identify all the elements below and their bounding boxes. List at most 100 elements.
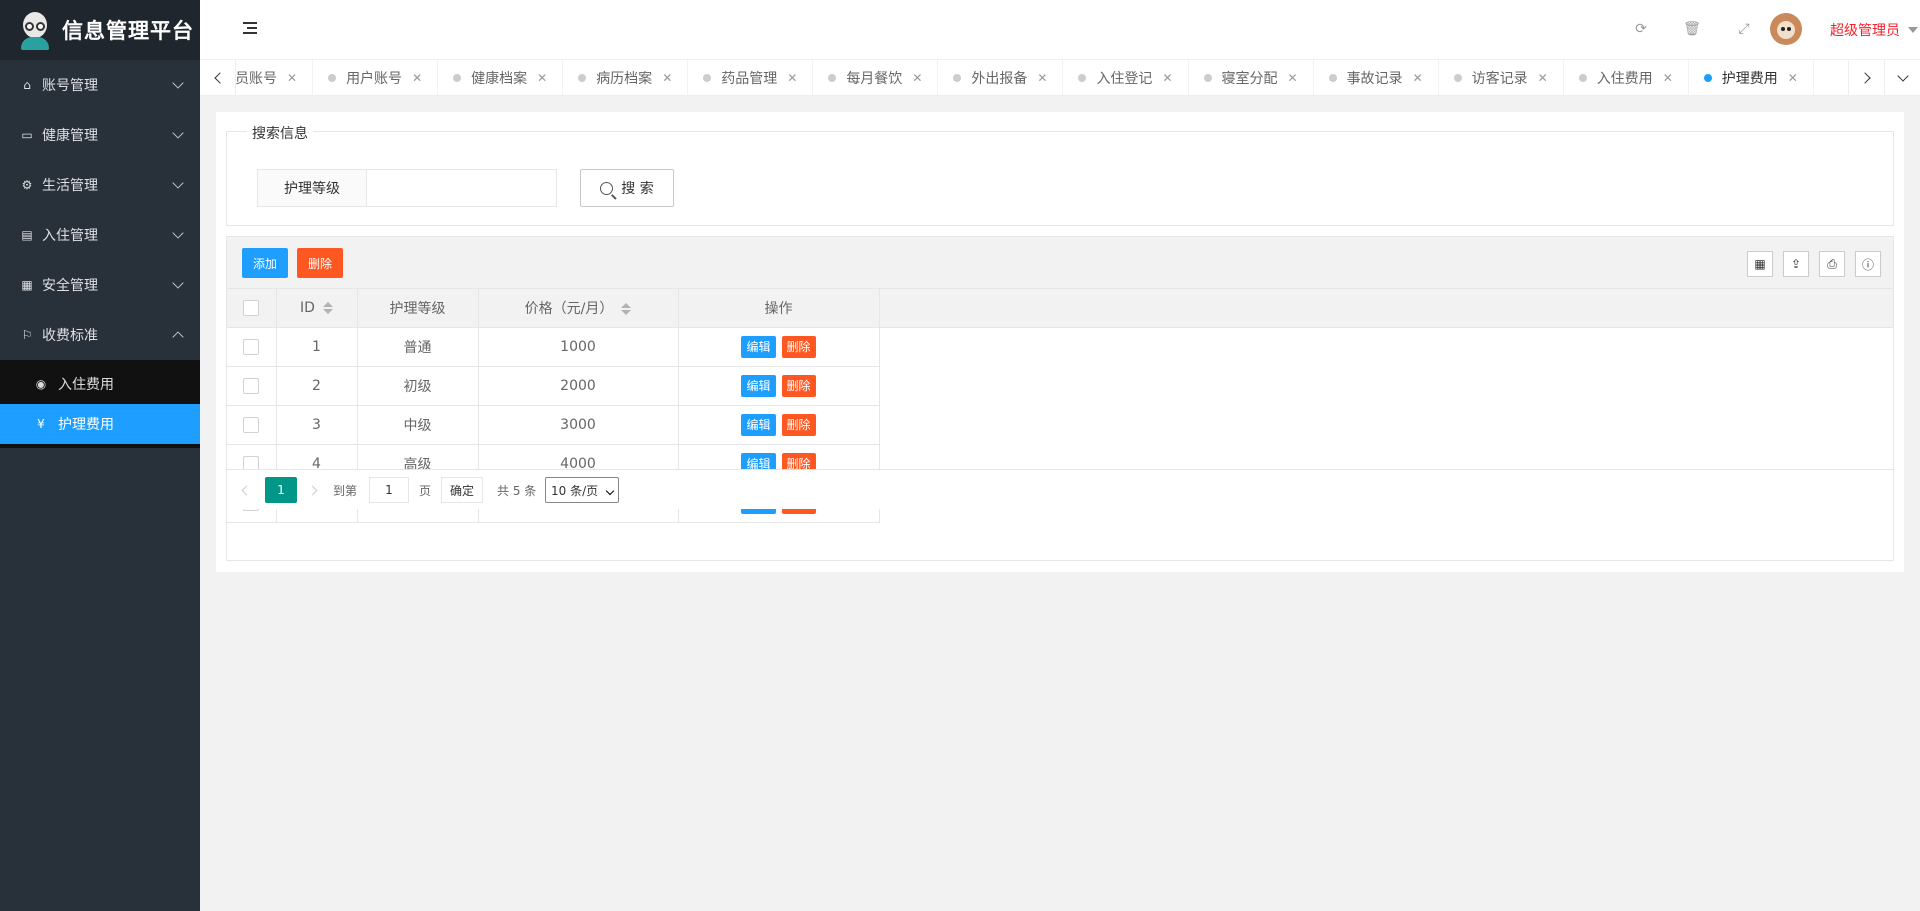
sort-icon[interactable] xyxy=(621,302,632,316)
window-icon: ▭ xyxy=(21,128,33,142)
dot-icon xyxy=(703,74,712,82)
page-current[interactable]: 1 xyxy=(265,477,297,503)
chevron-down-icon xyxy=(172,77,184,89)
refresh-icon[interactable]: ⟳ xyxy=(1632,20,1650,38)
sidebar-item-life[interactable]: ⚙ 生活管理 xyxy=(0,160,200,210)
dot-icon xyxy=(453,74,462,82)
close-icon[interactable]: ✕ xyxy=(1663,71,1673,85)
add-button[interactable]: 添加 xyxy=(242,248,289,278)
chevron-down-icon xyxy=(1896,70,1909,82)
content-panel: 搜索信息 护理等级 搜 索 添加 删除 ▦ ⇪ ⎙ ⓘ ID 护理等级 价格（元… xyxy=(216,112,1904,572)
sidebar-item-checkin[interactable]: ▤ 入住管理 xyxy=(0,210,200,260)
tab-item[interactable]: 寝室分配 ✕ xyxy=(1189,60,1314,95)
tab-label: 事故记录 xyxy=(1346,71,1403,87)
delete-button[interactable]: 删除 xyxy=(297,248,344,278)
tabs-prev-button[interactable] xyxy=(200,60,236,95)
sidebar-item-health[interactable]: ▭ 健康管理 xyxy=(0,110,200,160)
tab-item[interactable]: 访客记录 ✕ xyxy=(1439,60,1564,95)
cell-id: 2 xyxy=(276,366,358,406)
tab-label: 员账号 xyxy=(235,71,277,87)
close-icon[interactable]: ✕ xyxy=(412,71,422,85)
close-icon[interactable]: ✕ xyxy=(912,71,922,85)
tab-item[interactable]: 入住费用 ✕ xyxy=(1564,60,1689,95)
chevron-down-icon xyxy=(172,227,184,239)
dot-icon xyxy=(328,74,337,82)
row-delete-button[interactable]: 删除 xyxy=(781,413,816,436)
close-icon[interactable]: ✕ xyxy=(287,71,297,85)
select-all-checkbox[interactable] xyxy=(243,299,260,316)
close-icon[interactable]: ✕ xyxy=(662,71,672,85)
sidebar-item-security[interactable]: ▦ 安全管理 xyxy=(0,260,200,310)
close-icon[interactable]: ✕ xyxy=(537,71,547,85)
cell-level: 初级 xyxy=(357,366,479,406)
row-delete-button[interactable]: 删除 xyxy=(781,374,816,397)
header-level: 护理等级 xyxy=(357,289,479,328)
tab-item[interactable]: 入住登记 ✕ xyxy=(1063,60,1189,95)
sidebar-subitem-nursing-fee[interactable]: ¥ 护理费用 xyxy=(0,404,200,444)
avatar[interactable] xyxy=(1770,13,1802,45)
cell-spacer xyxy=(879,327,1893,366)
trash-icon[interactable]: 🗑︎ xyxy=(1683,20,1701,38)
close-icon[interactable]: ✕ xyxy=(1538,71,1548,85)
row-checkbox[interactable] xyxy=(243,338,260,355)
sidebar-subitem-checkin-fee[interactable]: ◉ 入住费用 xyxy=(0,364,200,404)
tab-item[interactable]: 外出报备 ✕ xyxy=(938,60,1064,95)
select-all-cell xyxy=(227,289,277,328)
logo-avatar-icon xyxy=(18,10,52,50)
info-icon[interactable]: ⓘ xyxy=(1855,251,1881,277)
close-icon[interactable]: ✕ xyxy=(1413,71,1423,85)
cell-level: 中级 xyxy=(357,405,479,445)
close-icon[interactable]: ✕ xyxy=(1037,71,1047,85)
close-icon[interactable]: ✕ xyxy=(1162,71,1172,85)
tab-label: 用户账号 xyxy=(346,71,403,87)
next-page-button[interactable] xyxy=(307,477,318,503)
header-price[interactable]: 价格（元/月） xyxy=(478,289,679,328)
close-icon[interactable]: ✕ xyxy=(1788,71,1798,85)
edit-button[interactable]: 编辑 xyxy=(741,335,776,358)
sidebar-item-label: 安全管理 xyxy=(42,278,98,294)
prev-page-button[interactable] xyxy=(241,477,252,503)
tabs-next-button[interactable] xyxy=(1848,60,1884,95)
page-confirm-button[interactable]: 确定 xyxy=(441,477,484,503)
page-size-value: 10 条/页 xyxy=(551,483,599,498)
row-checkbox[interactable] xyxy=(243,416,260,433)
tab-item[interactable]: 每月餐饮 ✕ xyxy=(813,60,939,95)
print-icon[interactable]: ⎙ xyxy=(1819,251,1845,277)
nursing-level-input[interactable] xyxy=(367,169,557,207)
page-jump-input[interactable]: 1 xyxy=(369,477,409,503)
tab-item-active[interactable]: 护理费用 ✕ xyxy=(1689,60,1814,95)
tab-label: 访客记录 xyxy=(1471,71,1528,87)
tab-item[interactable]: 药品管理 ✕ xyxy=(688,60,814,95)
edit-button[interactable]: 编辑 xyxy=(741,374,776,397)
cell-price: 1000 xyxy=(478,327,679,367)
sidebar-subitem-label: 护理费用 xyxy=(58,417,114,433)
tabs-menu-button[interactable] xyxy=(1884,60,1920,95)
caret-down-icon[interactable] xyxy=(1908,27,1918,33)
user-name[interactable]: 超级管理员 xyxy=(1830,20,1900,40)
sidebar-item-account[interactable]: ⌂ 账号管理 xyxy=(0,60,200,110)
tab-item[interactable]: 病历档案 ✕ xyxy=(563,60,689,95)
edit-button[interactable]: 编辑 xyxy=(741,413,776,436)
search-button[interactable]: 搜 索 xyxy=(580,169,674,207)
row-delete-button[interactable]: 删除 xyxy=(781,335,816,358)
tab-label: 外出报备 xyxy=(971,71,1028,87)
tab-item[interactable]: 健康档案 ✕ xyxy=(438,60,564,95)
pagination: 1 到第 1 页 确定 共 5 条 10 条/页 xyxy=(227,469,1893,509)
table-row: 2 初级 2000 编辑 删除 xyxy=(227,366,1893,406)
tab-item[interactable]: 用户账号 ✕ xyxy=(313,60,439,95)
tab-item[interactable]: 员账号 ✕ xyxy=(230,60,314,95)
menu-toggle-icon[interactable] xyxy=(243,22,259,36)
columns-icon[interactable]: ▦ xyxy=(1747,251,1773,277)
close-icon[interactable]: ✕ xyxy=(787,71,797,85)
page-size-select[interactable]: 10 条/页 xyxy=(545,477,619,503)
row-checkbox[interactable] xyxy=(243,377,260,394)
tab-item[interactable]: 事故记录 ✕ xyxy=(1314,60,1439,95)
fullscreen-icon[interactable]: ⤢ xyxy=(1735,20,1753,38)
sort-icon[interactable] xyxy=(322,301,333,315)
table-header-row: ID 护理等级 价格（元/月） 操作 xyxy=(227,289,1893,328)
header-id[interactable]: ID xyxy=(276,289,358,328)
sidebar-item-fees[interactable]: ⚐ 收费标准 xyxy=(0,310,200,360)
close-icon[interactable]: ✕ xyxy=(1288,71,1298,85)
export-icon[interactable]: ⇪ xyxy=(1783,251,1809,277)
row-select-cell xyxy=(227,327,277,367)
